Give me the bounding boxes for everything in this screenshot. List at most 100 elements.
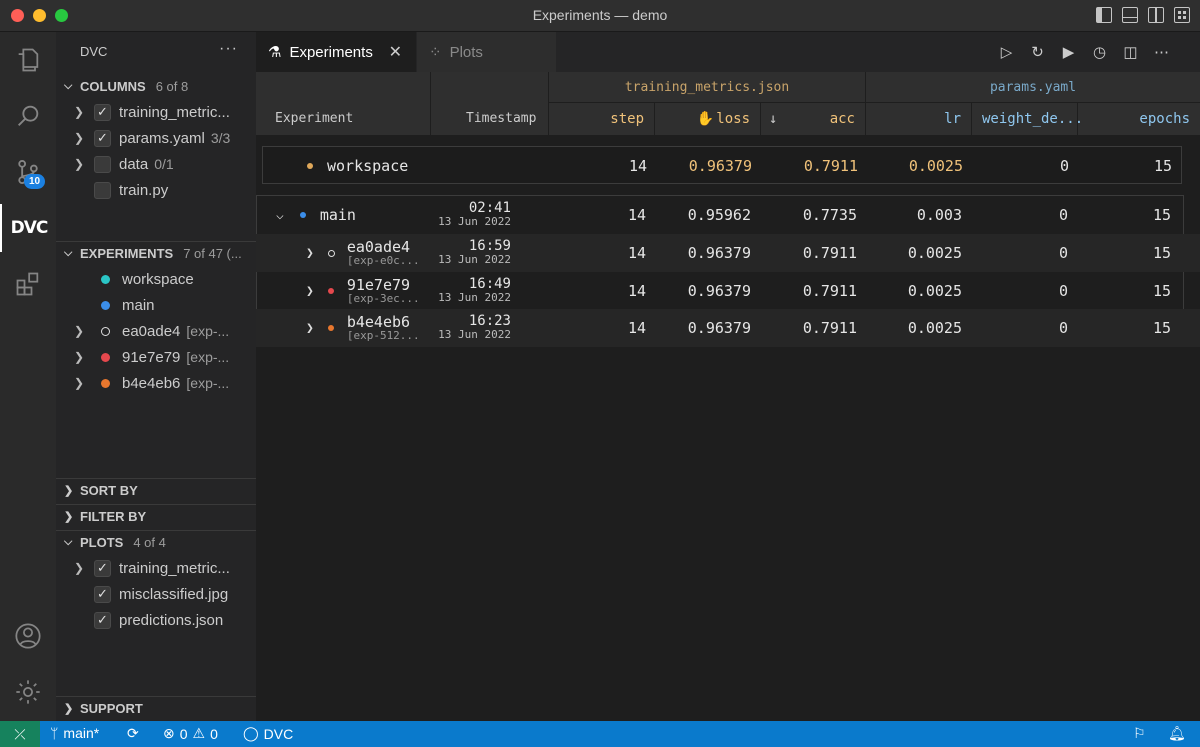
group-params-yaml[interactable]: params.yaml	[865, 72, 1200, 103]
chevron-right-icon[interactable]: ❯	[74, 157, 90, 171]
chevron-right-icon[interactable]: ❯	[74, 131, 90, 145]
section-experiments[interactable]: ⌵ EXPERIMENTS 7 of 47 (...	[56, 241, 256, 265]
column-header-experiment[interactable]: Experiment	[275, 111, 353, 126]
queue-experiment-icon[interactable]: ◷	[1091, 44, 1108, 61]
dvc-icon[interactable]: DVC	[0, 204, 56, 252]
chevron-right-icon[interactable]: ❯	[306, 284, 314, 299]
source-control-icon[interactable]: 10	[0, 148, 56, 196]
cell-epochs: 15	[1152, 244, 1171, 262]
explorer-icon[interactable]	[0, 36, 56, 84]
toggle-primary-sidebar-icon[interactable]	[1096, 7, 1112, 23]
feedback-icon[interactable]: ⚐	[1133, 725, 1146, 742]
extensions-icon[interactable]	[0, 260, 56, 308]
split-editor-icon[interactable]: ◫	[1122, 44, 1139, 61]
experiments-table: training_metrics.json params.yaml Experi…	[256, 72, 1200, 721]
flask-icon: ⚗	[268, 44, 282, 61]
reset-and-run-icon[interactable]: ↻	[1029, 44, 1046, 61]
chevron-right-icon[interactable]: ❯	[74, 105, 90, 119]
section-columns[interactable]: ⌵ COLUMNS 6 of 8	[56, 74, 256, 98]
sort-descending-icon[interactable]: ↓	[769, 111, 777, 127]
column-header-epochs[interactable]: epochs	[1077, 103, 1200, 135]
experiment-item-main[interactable]: main	[56, 292, 256, 318]
toggle-secondary-sidebar-icon[interactable]	[1148, 7, 1164, 23]
column-checkbox[interactable]: ✓	[94, 129, 111, 147]
plot-checkbox[interactable]: ✓	[94, 611, 111, 629]
plot-item-misclassified[interactable]: ✓ misclassified.jpg	[56, 581, 256, 607]
plots-header-label: PLOTS	[80, 535, 124, 550]
experiment-item-workspace[interactable]: workspace	[56, 266, 256, 292]
column-checkbox[interactable]	[94, 181, 111, 199]
chevron-right-icon[interactable]: ❯	[306, 321, 314, 336]
experiment-row-ea0ade4[interactable]: ❯ ea0ade4 [exp-e0c... 16:59 13 Jun 2022 …	[256, 234, 1200, 272]
run-all-icon[interactable]: ▶	[1060, 44, 1077, 61]
search-icon[interactable]	[0, 92, 56, 140]
chevron-right-icon[interactable]: ❯	[306, 246, 314, 261]
plot-item-predictions[interactable]: ✓ predictions.json	[56, 607, 256, 633]
plot-checkbox[interactable]: ✓	[94, 559, 111, 577]
experiment-row-91e7e79[interactable]: ❯ 91e7e79 [exp-3ec... 16:49 13 Jun 2022 …	[256, 272, 1200, 310]
branch-indicator[interactable]: ᛘ main*	[50, 725, 99, 741]
group-training-metrics[interactable]: training_metrics.json	[548, 72, 865, 103]
workspace-row[interactable]: workspace 14 0.96379 0.7911 0.0025 0 15	[262, 146, 1182, 184]
chevron-right-icon[interactable]: ❯	[74, 324, 90, 338]
dvc-circle-icon: ◯	[243, 725, 259, 741]
experiment-item-91e7e79[interactable]: ❯ 91e7e79 [exp-...	[56, 344, 256, 370]
experiment-item-b4e4eb6[interactable]: ❯ b4e4eb6 [exp-...	[56, 370, 256, 396]
run-experiment-icon[interactable]: ▷	[998, 44, 1015, 61]
filter-by-label: FILTER BY	[80, 509, 147, 524]
experiment-label: workspace	[327, 157, 409, 175]
plot-checkbox[interactable]: ✓	[94, 585, 111, 603]
cell-weight-decay: 0	[1059, 157, 1069, 175]
sync-icon[interactable]: ⟳	[127, 725, 139, 742]
plot-item-training-metrics[interactable]: ❯ ✓ training_metric...	[56, 555, 256, 581]
manage-gear-icon[interactable]	[0, 668, 56, 716]
more-actions-icon[interactable]: ⋯	[1153, 44, 1170, 61]
dvc-status[interactable]: ◯ DVC	[243, 725, 293, 742]
cell-epochs: 15	[1152, 282, 1171, 300]
window-title: Experiments — demo	[532, 7, 668, 23]
editor-actions: ▷ ↻ ▶ ◷ ◫ ⋯	[998, 44, 1170, 61]
column-header-acc[interactable]: ↓ acc	[760, 103, 865, 135]
experiment-item-ea0ade4[interactable]: ❯ ea0ade4 [exp-...	[56, 318, 256, 344]
chevron-right-icon[interactable]: ❯	[74, 376, 90, 390]
dvc-sidebar: DVC ··· ⌵ COLUMNS 6 of 8 ❯ ✓ training_me…	[56, 32, 256, 721]
column-item-params[interactable]: ❯ ✓ params.yaml 3/3	[56, 125, 256, 151]
experiment-color-dot	[101, 300, 110, 310]
section-support[interactable]: ❯ SUPPORT	[56, 696, 256, 720]
remote-indicator-icon[interactable]: ⤫	[0, 721, 40, 747]
chevron-down-icon[interactable]: ⌵	[276, 208, 284, 223]
notifications-bell-icon[interactable]: 🔔︎	[1168, 725, 1186, 742]
experiment-name: ❯ 91e7e79 [exp-3ec...	[306, 277, 420, 305]
column-checkbox[interactable]: ✓	[94, 103, 111, 121]
chevron-right-icon: ❯	[64, 703, 74, 715]
toggle-panel-icon[interactable]	[1122, 7, 1138, 23]
chevron-right-icon[interactable]: ❯	[74, 350, 90, 364]
accounts-icon[interactable]	[0, 612, 56, 660]
cell-loss: 0.96379	[687, 282, 751, 300]
column-header-loss[interactable]: ✋ loss	[654, 103, 760, 135]
problems-indicator[interactable]: ⊗ 0 ⚠ 0	[163, 725, 218, 742]
chevron-right-icon[interactable]: ❯	[74, 561, 90, 575]
section-plots[interactable]: ⌵ PLOTS 4 of 4	[56, 530, 256, 554]
tab-plots[interactable]: ⁘ Plots	[416, 32, 556, 72]
support-label: SUPPORT	[80, 701, 143, 716]
close-tab-icon[interactable]: ✕	[389, 42, 402, 62]
column-header-step[interactable]: step	[548, 103, 654, 135]
column-header-weight-decay[interactable]: weight_de...	[971, 103, 1083, 135]
plot-label: predictions.json	[119, 611, 224, 629]
column-item-training-metrics[interactable]: ❯ ✓ training_metric...	[56, 99, 256, 125]
experiment-row-b4e4eb6[interactable]: ❯ b4e4eb6 [exp-512... 16:23 13 Jun 2022 …	[256, 309, 1200, 347]
column-item-train-py[interactable]: train.py	[56, 177, 256, 203]
sidebar-more-button[interactable]: ···	[219, 40, 238, 58]
column-checkbox[interactable]	[94, 155, 111, 173]
column-header-lr[interactable]: lr	[865, 103, 971, 135]
customize-layout-icon[interactable]	[1174, 7, 1190, 23]
column-header-timestamp[interactable]: Timestamp	[466, 111, 536, 126]
cell-loss: 0.96379	[687, 244, 751, 262]
tab-experiments[interactable]: ⚗ Experiments ✕	[256, 32, 416, 72]
timestamp-time: 16:59	[468, 238, 511, 254]
section-sort-by[interactable]: ❯ SORT BY	[56, 478, 256, 502]
column-item-data[interactable]: ❯ data 0/1	[56, 151, 256, 177]
main-row[interactable]: ⌵ main 02:41 13 Jun 2022 14 0.95962 0.77…	[256, 196, 1200, 234]
section-filter-by[interactable]: ❯ FILTER BY	[56, 504, 256, 528]
